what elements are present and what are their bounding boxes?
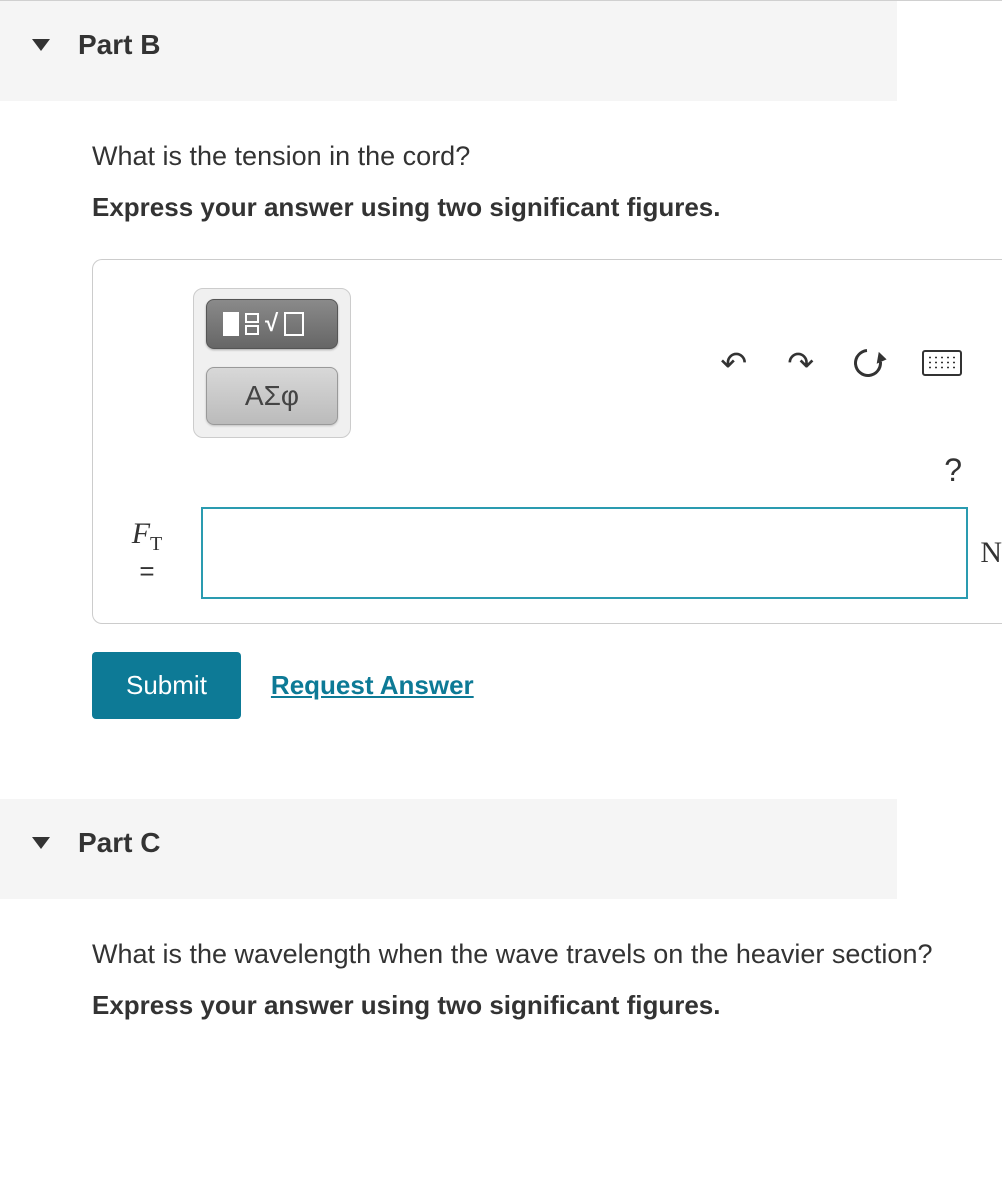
- answer-box: √ ΑΣφ ↶ ↷ ? FT = N: [92, 259, 1002, 624]
- help-button[interactable]: ?: [944, 452, 962, 489]
- radical-icon: √: [265, 310, 278, 338]
- part-c-title: Part C: [78, 827, 160, 859]
- input-row: FT = N: [93, 507, 1002, 623]
- question-text: What is the tension in the cord?: [92, 141, 1002, 172]
- part-b-header[interactable]: Part B: [0, 1, 897, 101]
- request-answer-link[interactable]: Request Answer: [271, 670, 474, 701]
- part-b-title: Part B: [78, 29, 160, 61]
- submit-button[interactable]: Submit: [92, 652, 241, 719]
- part-c-content: What is the wavelength when the wave tra…: [0, 899, 1002, 1087]
- greek-symbols-button[interactable]: ΑΣφ: [206, 367, 338, 425]
- question-text-c: What is the wavelength when the wave tra…: [92, 939, 1002, 970]
- undo-icon[interactable]: ↶: [720, 344, 747, 382]
- instruction-text: Express your answer using two significan…: [92, 192, 1002, 223]
- outline-box-icon: [284, 312, 304, 336]
- caret-down-icon: [32, 39, 50, 51]
- fraction-icon: [245, 313, 259, 335]
- instruction-text-c: Express your answer using two significan…: [92, 990, 1002, 1021]
- toolbar: √ ΑΣφ ↶ ↷: [93, 260, 1002, 438]
- unit-label: N: [980, 536, 1002, 570]
- part-b-content: What is the tension in the cord? Express…: [0, 101, 1002, 749]
- template-box-icon: [223, 312, 239, 336]
- redo-icon[interactable]: ↷: [787, 344, 814, 382]
- keyboard-icon[interactable]: [922, 350, 962, 376]
- equation-editor-button[interactable]: √: [206, 299, 338, 349]
- variable-label: FT: [107, 517, 187, 556]
- caret-down-icon: [32, 837, 50, 849]
- answer-input[interactable]: [201, 507, 968, 599]
- part-c-header[interactable]: Part C: [0, 799, 897, 899]
- equals-sign: =: [139, 556, 154, 587]
- reset-icon[interactable]: [848, 343, 887, 382]
